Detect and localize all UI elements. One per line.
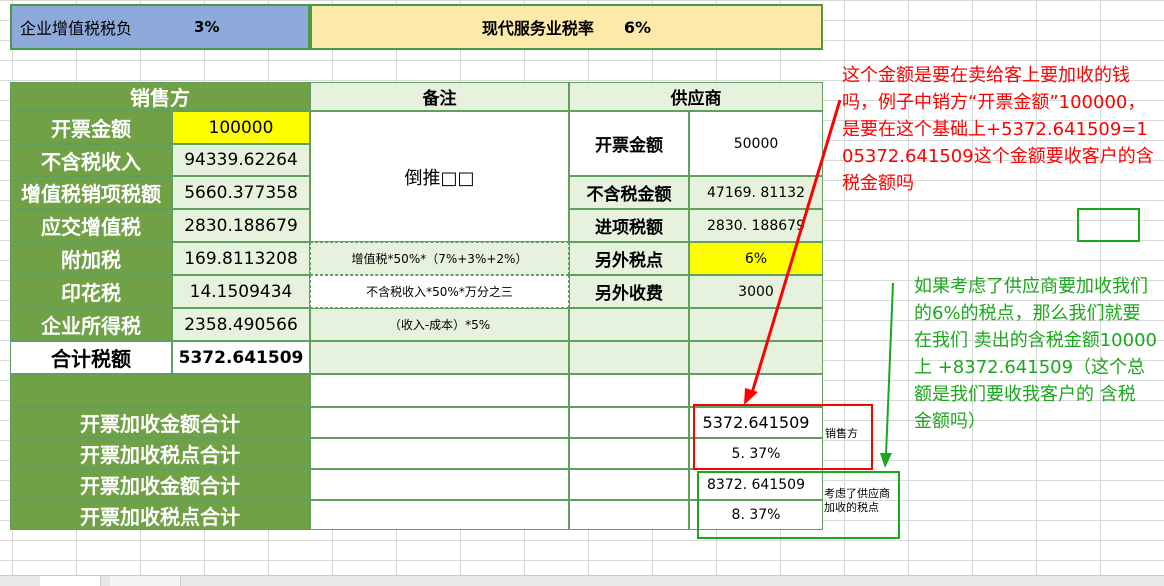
supplier-invoice-amount-label[interactable]: 开票金额 xyxy=(569,111,689,176)
summary-row-2-supplier[interactable] xyxy=(569,438,689,469)
seller-income-tax-label[interactable]: 企业所得税 xyxy=(10,308,172,341)
supplier-blank-label-2[interactable] xyxy=(569,341,689,374)
supplier-header[interactable]: 供应商 xyxy=(569,82,823,111)
supplier-extra-fee-label[interactable]: 另外收费 xyxy=(569,275,689,308)
seller-output-vat-value[interactable]: 5660.377358 xyxy=(172,176,310,209)
supplier-input-tax-label[interactable]: 进项税额 xyxy=(569,209,689,242)
supplier-net-amount-value[interactable]: 47169. 81132 xyxy=(689,176,823,209)
seller-surcharge-label[interactable]: 附加税 xyxy=(10,242,172,275)
supplier-blank-value-1[interactable] xyxy=(689,308,823,341)
seller-tag: 销售方 xyxy=(825,427,858,440)
seller-output-vat-label[interactable]: 增值税销项税额 xyxy=(10,176,172,209)
supplier-extra-fee-value[interactable]: 3000 xyxy=(689,275,823,308)
seller-total-value[interactable]: 5372.641509 xyxy=(172,341,310,374)
supplier-tag: 考虑了供应商加收的税点 xyxy=(824,487,890,514)
seller-stamp-value[interactable]: 14.1509434 xyxy=(172,275,310,308)
vat-burden-label: 企业增值税税负 xyxy=(20,19,133,38)
summary-row-3-remarks[interactable] xyxy=(310,469,569,500)
spacer-row-remarks[interactable] xyxy=(310,374,569,407)
spacer-row-supplier-value[interactable] xyxy=(689,374,823,407)
sheet-tab-bar xyxy=(0,575,1164,586)
green-annotation: 如果考虑了供应商要加收我们的6%的税点，那么我们就要在我们 卖出的含税金额100… xyxy=(914,276,1157,432)
supplier-extra-rate-value[interactable]: 6% xyxy=(689,242,823,275)
supplier-net-amount-label[interactable]: 不含税金额 xyxy=(569,176,689,209)
remarks-total-blank[interactable] xyxy=(310,341,569,374)
vat-burden-cell[interactable]: 企业增值税税负 3% xyxy=(10,4,310,50)
seller-net-income-value[interactable]: 94339.62264 xyxy=(172,144,310,176)
summary-row-1-supplier[interactable] xyxy=(569,407,689,438)
seller-vat-payable-value[interactable]: 2830.188679 xyxy=(172,209,310,242)
summary-row-4-supplier[interactable] xyxy=(569,500,689,530)
vat-burden-value: 3% xyxy=(194,18,220,36)
seller-income-tax-value[interactable]: 2358.490566 xyxy=(172,308,310,341)
seller-invoice-amount-value[interactable]: 100000 xyxy=(172,111,310,144)
service-rate-value: 6% xyxy=(623,17,652,37)
selected-cell-box[interactable] xyxy=(1077,208,1140,242)
summary-row-2-label[interactable]: 开票加收税点合计 xyxy=(10,438,310,469)
seller-vat-payable-label[interactable]: 应交增值税 xyxy=(10,209,172,242)
summary-row-3-supplier[interactable] xyxy=(569,469,689,500)
remarks-header[interactable]: 备注 xyxy=(310,82,569,111)
red-annotation: 这个金额是要在卖给客上要加收的钱吗，例子中销方“开票金额”100000，是要在这… xyxy=(842,65,1154,194)
seller-stamp-label[interactable]: 印花税 xyxy=(10,275,172,308)
summary-row-3-label[interactable]: 开票加收金额合计 xyxy=(10,469,310,500)
summary-row-4-remarks[interactable] xyxy=(310,500,569,530)
remarks-reverse-cell[interactable]: 倒推□□ xyxy=(310,111,569,242)
summary-row-1-label[interactable]: 开票加收金额合计 xyxy=(10,407,310,438)
spacer-row-label[interactable] xyxy=(10,374,310,407)
supplier-invoice-amount-value[interactable]: 50000 xyxy=(689,111,823,176)
remarks-income-formula[interactable]: （收入-成本）*5% xyxy=(310,308,569,341)
seller-header[interactable]: 销售方 xyxy=(10,82,310,111)
seller-net-income-label[interactable]: 不含税收入 xyxy=(10,144,172,176)
seller-surcharge-value[interactable]: 169.8113208 xyxy=(172,242,310,275)
summary-row-2-remarks[interactable] xyxy=(310,438,569,469)
supplier-blank-value-2[interactable] xyxy=(689,341,823,374)
remarks-stamp-formula[interactable]: 不含税收入*50%*万分之三 xyxy=(310,275,569,308)
service-rate-cell[interactable]: 现代服务业税率 6% xyxy=(310,4,823,50)
remarks-surcharge-formula[interactable]: 增值税*50%*（7%+3%+2%） xyxy=(310,242,569,275)
summary-row-4-label[interactable]: 开票加收税点合计 xyxy=(10,500,310,530)
seller-invoice-amount-label[interactable]: 开票金额 xyxy=(10,111,172,144)
seller-total-label[interactable]: 合计税额 xyxy=(10,341,172,374)
summary-row-1-remarks[interactable] xyxy=(310,407,569,438)
supplier-blank-label-1[interactable] xyxy=(569,308,689,341)
service-rate-label: 现代服务业税率 xyxy=(481,19,594,38)
supplier-extra-rate-label[interactable]: 另外税点 xyxy=(569,242,689,275)
spacer-row-supplier[interactable] xyxy=(569,374,689,407)
supplier-input-tax-value[interactable]: 2830. 188679 xyxy=(689,209,823,242)
